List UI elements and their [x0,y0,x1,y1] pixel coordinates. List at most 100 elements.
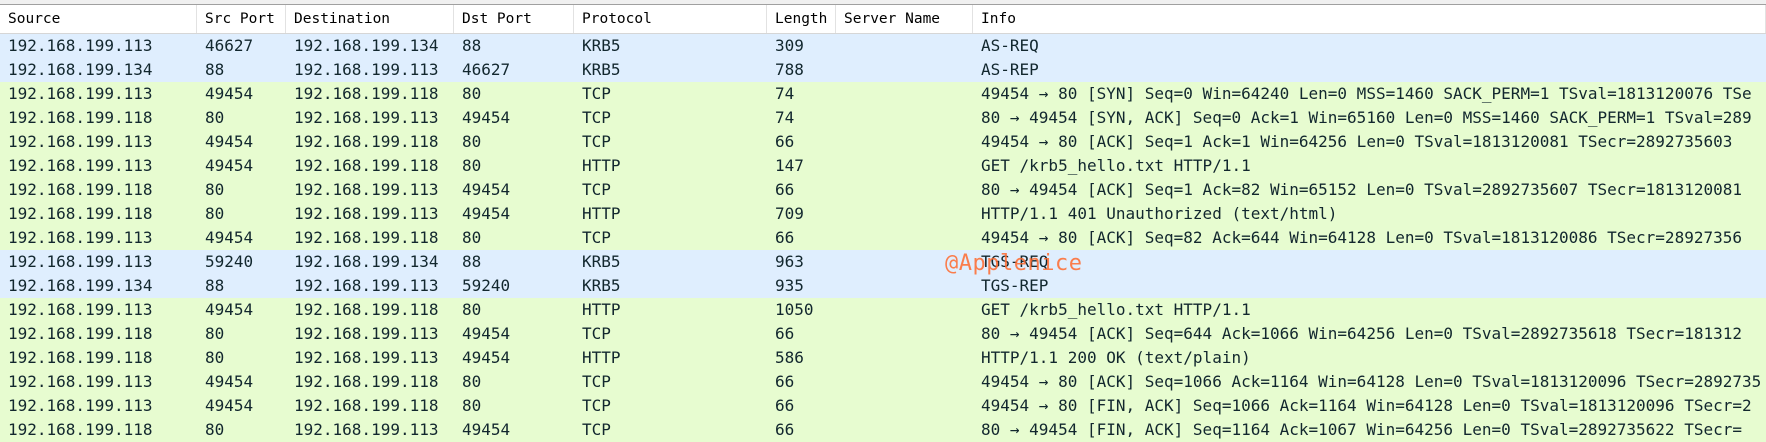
cell-source: 192.168.199.113 [8,84,153,103]
cell-destination: 192.168.199.118 [294,228,439,247]
cell-length: 709 [775,204,804,223]
cell-length: 66 [775,180,795,199]
cell-server-name [836,250,973,274]
cell-server-name [836,274,973,298]
column-header-src-port[interactable]: Src Port [197,5,286,33]
packet-row[interactable]: 192.168.199.113 49454 192.168.199.118 80 TCP… [0,370,1766,394]
cell-protocol: KRB5 [582,276,621,295]
cell-server-name [836,178,973,202]
cell-dst-port: 49454 [462,180,511,199]
cell-dst-port: 80 [462,84,482,103]
packet-row[interactable]: 192.168.199.113 49454 192.168.199.118 80 TCP… [0,394,1766,418]
cell-src-port: 80 [205,324,225,343]
column-header-source[interactable]: Source [0,5,197,33]
cell-info: GET /krb5_hello.txt HTTP/1.1 [981,300,1251,319]
cell-src-port: 49454 [205,372,254,391]
column-header-destination[interactable]: Destination [286,5,454,33]
cell-length: 935 [775,276,804,295]
cell-src-port: 49454 [205,156,254,175]
packet-row[interactable]: 192.168.199.118 80 192.168.199.113 49454 TCP… [0,106,1766,130]
cell-source: 192.168.199.118 [8,324,153,343]
packet-row[interactable]: 192.168.199.113 49454 192.168.199.118 80 TCP… [0,82,1766,106]
cell-destination: 192.168.199.113 [294,276,439,295]
cell-dst-port: 80 [462,300,482,319]
cell-src-port: 88 [205,276,225,295]
cell-protocol: TCP [582,372,611,391]
cell-dst-port: 49454 [462,108,511,127]
cell-length: 309 [775,36,804,55]
packet-row[interactable]: 192.168.199.113 49454 192.168.199.118 80 HTT… [0,298,1766,322]
cell-server-name [836,370,973,394]
packet-row[interactable]: 192.168.199.113 49454 192.168.199.118 80 TCP… [0,226,1766,250]
cell-source: 192.168.199.113 [8,228,153,247]
cell-destination: 192.168.199.118 [294,132,439,151]
packet-row[interactable]: 192.168.199.118 80 192.168.199.113 49454 HTT… [0,202,1766,226]
packet-list-header: Source Src Port Destination Dst Port Pro… [0,5,1766,34]
packet-row[interactable]: 192.168.199.113 46627 192.168.199.134 88 KRB… [0,34,1766,58]
cell-destination: 192.168.199.118 [294,396,439,415]
cell-protocol: HTTP [582,156,621,175]
cell-src-port: 46627 [205,36,254,55]
cell-server-name [836,130,973,154]
cell-server-name [836,226,973,250]
cell-server-name [836,346,973,370]
cell-length: 586 [775,348,804,367]
cell-server-name [836,298,973,322]
cell-length: 66 [775,420,795,439]
cell-info: 49454 → 80 [FIN, ACK] Seq=1066 Ack=1164 … [981,396,1752,415]
cell-dst-port: 49454 [462,348,511,367]
cell-destination: 192.168.199.113 [294,180,439,199]
cell-protocol: TCP [582,132,611,151]
cell-source: 192.168.199.118 [8,420,153,439]
column-header-dst-port[interactable]: Dst Port [454,5,574,33]
cell-source: 192.168.199.118 [8,204,153,223]
cell-dst-port: 88 [462,36,482,55]
cell-length: 66 [775,324,795,343]
cell-destination: 192.168.199.113 [294,420,439,439]
cell-protocol: HTTP [582,348,621,367]
cell-length: 963 [775,252,804,271]
packet-row[interactable]: 192.168.199.118 80 192.168.199.113 49454 TCP… [0,322,1766,346]
packet-row[interactable]: 192.168.199.113 49454 192.168.199.118 80 TCP… [0,130,1766,154]
cell-info: AS-REP [981,60,1039,79]
cell-src-port: 49454 [205,300,254,319]
packet-row[interactable]: 192.168.199.118 80 192.168.199.113 49454 HTT… [0,346,1766,370]
cell-protocol: HTTP [582,300,621,319]
cell-source: 192.168.199.113 [8,252,153,271]
cell-src-port: 49454 [205,132,254,151]
cell-destination: 192.168.199.113 [294,204,439,223]
cell-server-name [836,82,973,106]
packet-row[interactable]: 192.168.199.118 80 192.168.199.113 49454 TCP… [0,418,1766,442]
column-header-info[interactable]: Info [973,5,1766,33]
cell-source: 192.168.199.113 [8,132,153,151]
packet-row[interactable]: 192.168.199.118 80 192.168.199.113 49454 TCP… [0,178,1766,202]
cell-protocol: TCP [582,324,611,343]
cell-server-name [836,58,973,82]
packet-row[interactable]: 192.168.199.113 59240 192.168.199.134 88 KRB… [0,250,1766,274]
cell-length: 788 [775,60,804,79]
cell-server-name [836,394,973,418]
cell-info: 80 → 49454 [ACK] Seq=1 Ack=82 Win=65152 … [981,180,1742,199]
cell-dst-port: 49454 [462,204,511,223]
cell-server-name [836,34,973,58]
column-header-length[interactable]: Length [767,5,836,33]
cell-length: 74 [775,84,795,103]
column-header-protocol[interactable]: Protocol [574,5,767,33]
cell-source: 192.168.199.118 [8,108,153,127]
packet-row[interactable]: 192.168.199.134 88 192.168.199.113 46627 KRB… [0,58,1766,82]
packet-row[interactable]: 192.168.199.113 49454 192.168.199.118 80 HTT… [0,154,1766,178]
column-header-server-name[interactable]: Server Name [836,5,973,33]
cell-info: 49454 → 80 [ACK] Seq=82 Ack=644 Win=6412… [981,228,1742,247]
cell-destination: 192.168.199.113 [294,348,439,367]
cell-protocol: TCP [582,420,611,439]
cell-dst-port: 80 [462,228,482,247]
cell-length: 66 [775,228,795,247]
packet-list: 192.168.199.113 46627 192.168.199.134 88 KRB… [0,34,1766,442]
cell-source: 192.168.199.113 [8,372,153,391]
cell-source: 192.168.199.113 [8,396,153,415]
cell-destination: 192.168.199.113 [294,108,439,127]
packet-row[interactable]: 192.168.199.134 88 192.168.199.113 59240 KRB… [0,274,1766,298]
cell-destination: 192.168.199.134 [294,252,439,271]
cell-source: 192.168.199.113 [8,36,153,55]
cell-info: 80 → 49454 [ACK] Seq=644 Ack=1066 Win=64… [981,324,1742,343]
